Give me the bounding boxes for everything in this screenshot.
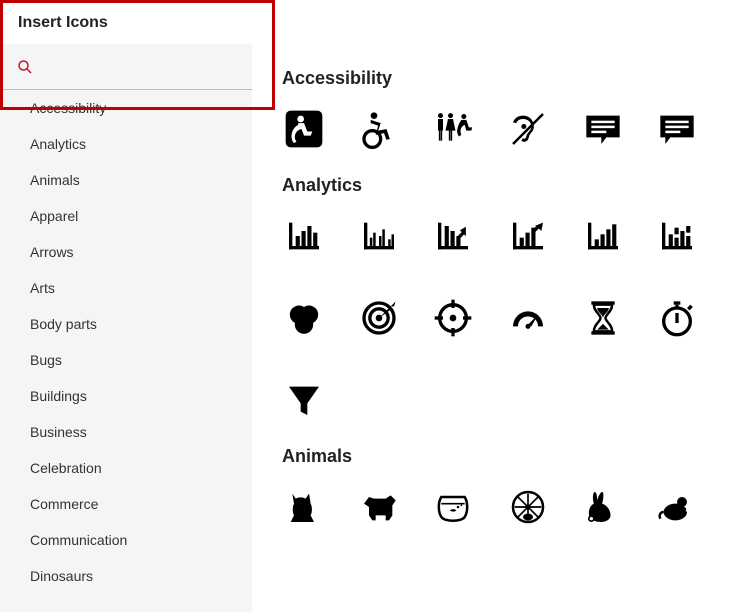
icon-grid-animals <box>282 485 740 529</box>
section-title-animals: Animals <box>282 446 740 467</box>
sidebar-item-buildings[interactable]: Buildings <box>0 378 252 414</box>
sidebar: Accessibility Analytics Animals Apparel … <box>0 44 252 612</box>
section-title-accessibility: Accessibility <box>282 68 740 89</box>
wheelchair-active-icon[interactable] <box>357 107 401 151</box>
bar-chart-icon[interactable] <box>282 214 326 258</box>
sidebar-item-arts[interactable]: Arts <box>0 270 252 306</box>
funnel-icon[interactable] <box>282 378 326 422</box>
sidebar-item-arrows[interactable]: Arrows <box>0 234 252 270</box>
bar-chart-up-icon[interactable] <box>506 214 550 258</box>
cat-icon[interactable] <box>282 485 326 529</box>
bar-chart-broken-icon[interactable] <box>655 214 699 258</box>
sidebar-item-apparel[interactable]: Apparel <box>0 198 252 234</box>
icon-grid-accessibility <box>282 107 740 151</box>
dialog-title: Insert Icons <box>0 0 748 44</box>
target-icon[interactable] <box>357 296 401 340</box>
venn-diagram-icon[interactable] <box>282 296 326 340</box>
sidebar-item-animals[interactable]: Animals <box>0 162 252 198</box>
gauge-icon[interactable] <box>506 296 550 340</box>
sidebar-item-dinosaurs[interactable]: Dinosaurs <box>0 558 252 594</box>
deaf-icon[interactable] <box>506 107 550 151</box>
icon-grid-analytics <box>282 214 740 422</box>
sidebar-item-communication[interactable]: Communication <box>0 522 252 558</box>
bar-chart-down-icon[interactable] <box>431 214 475 258</box>
closed-caption-icon[interactable] <box>581 107 625 151</box>
bar-chart-grouped-icon[interactable] <box>357 214 401 258</box>
sidebar-item-body-parts[interactable]: Body parts <box>0 306 252 342</box>
hourglass-icon[interactable] <box>581 296 625 340</box>
dog-icon[interactable] <box>357 485 401 529</box>
sidebar-item-bugs[interactable]: Bugs <box>0 342 252 378</box>
search-icon <box>16 58 34 76</box>
section-title-analytics: Analytics <box>282 175 740 196</box>
wheelchair-icon[interactable] <box>282 107 326 151</box>
crosshair-icon[interactable] <box>431 296 475 340</box>
sidebar-item-celebration[interactable]: Celebration <box>0 450 252 486</box>
bar-chart-rising-icon[interactable] <box>581 214 625 258</box>
sidebar-item-analytics[interactable]: Analytics <box>0 126 252 162</box>
search-field[interactable] <box>0 44 252 90</box>
search-input[interactable] <box>40 59 236 75</box>
rabbit-icon[interactable] <box>581 485 625 529</box>
sidebar-item-business[interactable]: Business <box>0 414 252 450</box>
stopwatch-icon[interactable] <box>655 296 699 340</box>
live-caption-icon[interactable] <box>655 107 699 151</box>
fishbowl-icon[interactable] <box>431 485 475 529</box>
hamster-wheel-icon[interactable] <box>506 485 550 529</box>
category-list[interactable]: Accessibility Analytics Animals Apparel … <box>0 90 252 612</box>
sidebar-item-commerce[interactable]: Commerce <box>0 486 252 522</box>
sidebar-item-accessibility[interactable]: Accessibility <box>0 90 252 126</box>
restroom-accessible-icon[interactable] <box>431 107 475 151</box>
mouse-icon[interactable] <box>655 485 699 529</box>
icon-content: Accessibility Analytics Animals <box>252 44 748 612</box>
